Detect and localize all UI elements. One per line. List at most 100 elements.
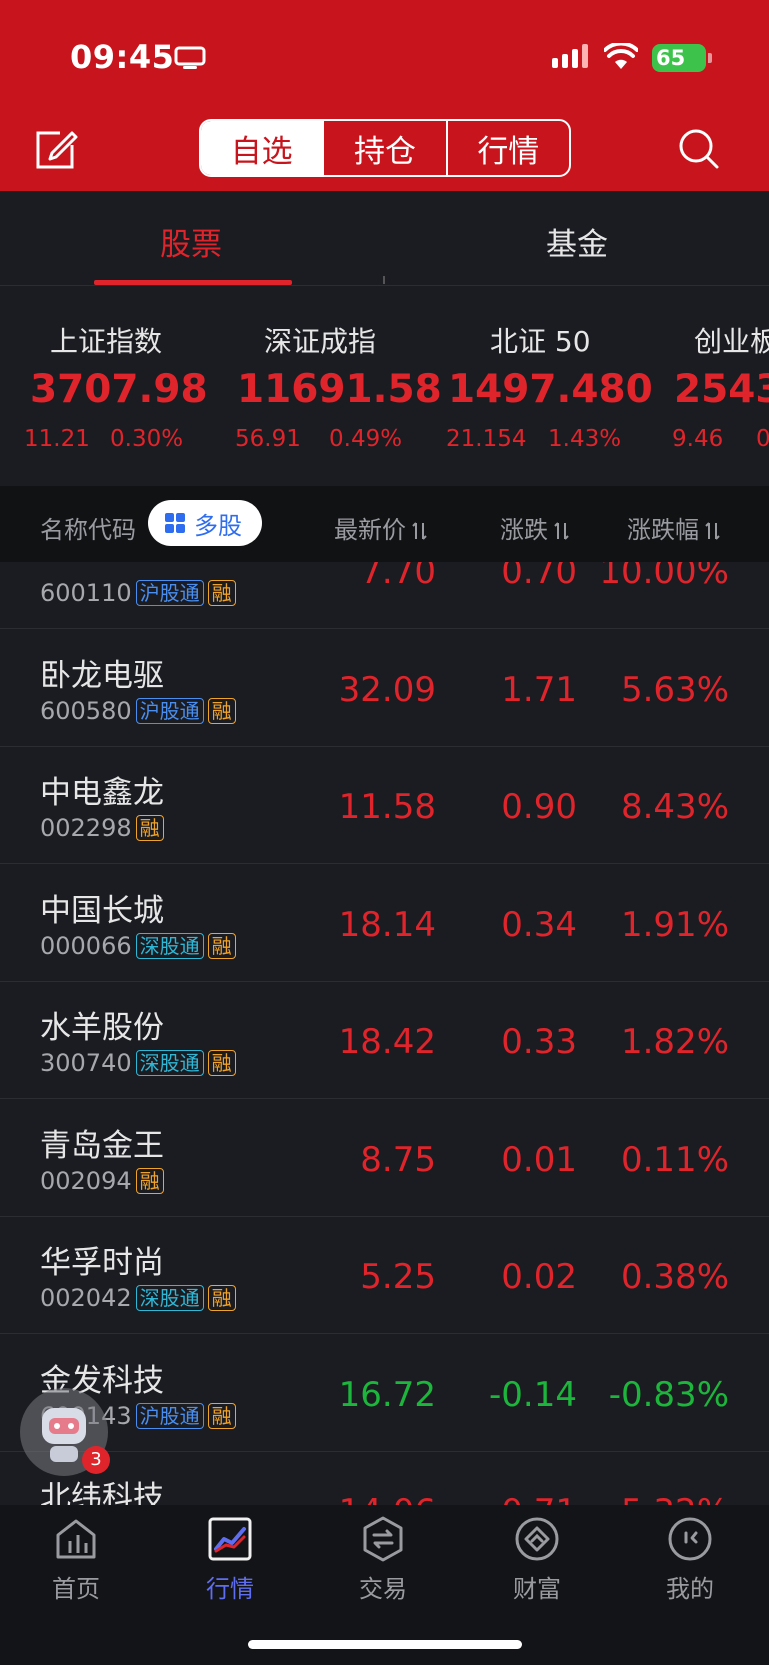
- stock-name: 北纬科技: [40, 1480, 164, 1505]
- asset-tabs: 股票 基金: [0, 191, 769, 286]
- margin-badge: 融: [207, 1285, 236, 1311]
- connect-badge: 深股通: [135, 1050, 204, 1076]
- nav-profile-label: 我的: [666, 1575, 714, 1603]
- grid-icon: [165, 513, 185, 533]
- index-percent: 0: [756, 426, 769, 452]
- app-screen: 09:45 65 自选 持仓 行情 股票 基金 上证指数 3707.98 11.…: [0, 0, 769, 1665]
- stock-price: 8.75: [360, 1139, 436, 1180]
- connect-badge: 沪股通: [135, 580, 204, 606]
- stock-change: 0.90: [501, 787, 577, 827]
- stock-row[interactable]: 金发科技600143沪股通融16.72-0.14-0.83%: [0, 1334, 769, 1452]
- index-change: 56.91: [235, 426, 301, 452]
- index-value: 11691.58: [237, 367, 442, 412]
- stock-row[interactable]: 600110 沪股通融 7.70 0.70 10.00%: [0, 562, 769, 629]
- search-icon[interactable]: [678, 128, 720, 170]
- stock-code-line: 600580 沪股通融: [40, 697, 236, 725]
- stock-change-percent: 0.38%: [620, 1257, 729, 1297]
- stock-code: 002298: [40, 814, 132, 842]
- stock-name: 水羊股份: [40, 1010, 164, 1046]
- stock-change: 1.71: [501, 669, 577, 710]
- stock-name: 中电鑫龙: [40, 775, 164, 811]
- stock-code-line: 600110 沪股通融: [40, 579, 236, 607]
- edit-icon[interactable]: [34, 127, 78, 171]
- stock-price: 16.72: [338, 1374, 436, 1415]
- margin-badge: 融: [207, 697, 236, 724]
- column-change[interactable]: 涨跌: [500, 510, 570, 545]
- connect-badge: 深股通: [135, 1285, 204, 1311]
- trade-icon: [363, 1516, 403, 1562]
- stock-price: 5.25: [360, 1257, 436, 1297]
- stock-code: 000066: [40, 931, 132, 960]
- connect-badge: 沪股通: [135, 1402, 204, 1429]
- stock-code-line: 300740 深股通融: [40, 1049, 236, 1077]
- stock-change-percent: 5.32%: [621, 1492, 729, 1505]
- tab-stocks[interactable]: 股票: [160, 219, 222, 264]
- margin-badge: 融: [135, 1167, 164, 1194]
- stock-row[interactable]: 卧龙电驱 600580 沪股通融 32.09 1.71 5.63%: [0, 629, 769, 747]
- list-column-header: 名称代码 多股 最新价 涨跌 涨跌幅: [0, 486, 769, 562]
- stock-row[interactable]: 青岛金王 002094 融 8.75 0.01 0.11%: [0, 1099, 769, 1217]
- stock-change-percent: 0.11%: [620, 1139, 729, 1180]
- stock-name: 青岛金王: [40, 1127, 164, 1164]
- nav-market[interactable]: 行情: [180, 1515, 280, 1604]
- assistant-notification-badge: 3: [82, 1446, 110, 1474]
- column-price[interactable]: 最新价: [334, 510, 428, 545]
- nav-trade[interactable]: 交易: [333, 1515, 433, 1604]
- index-percent: 1.43%: [548, 426, 622, 452]
- stock-code: 600580: [40, 696, 132, 725]
- stock-change: 0.33: [501, 1022, 577, 1062]
- stock-price: 11.58: [338, 787, 436, 827]
- column-percent-label: 涨跌幅: [627, 516, 699, 544]
- segment-holdings[interactable]: 持仓: [324, 121, 448, 175]
- index-value: 1497.480: [448, 367, 653, 412]
- watchlist-segmented-control: 自选 持仓 行情: [199, 119, 571, 177]
- stock-price: 18.42: [338, 1022, 436, 1062]
- stock-change-percent: 8.43%: [620, 787, 729, 827]
- stock-code: 300740: [40, 1049, 132, 1077]
- cellular-signal-icon: [552, 44, 588, 68]
- stock-code: 600110: [40, 579, 132, 607]
- stock-row[interactable]: 中国长城 000066 深股通融 18.14 0.34 1.91%: [0, 864, 769, 982]
- segment-watchlist[interactable]: 自选: [201, 121, 325, 175]
- column-name-code: 名称代码: [40, 516, 136, 544]
- multi-stock-button[interactable]: 多股: [148, 500, 262, 546]
- stock-code-line: 000066 深股通融: [40, 932, 236, 960]
- stock-row[interactable]: 华孚时尚 002042 深股通融 5.25 0.02 0.38%: [0, 1217, 769, 1334]
- tab-funds[interactable]: 基金: [546, 219, 608, 264]
- stock-row[interactable]: 中电鑫龙 002298 融 11.58 0.90 8.43%: [0, 747, 769, 864]
- index-strip: 上证指数 3707.98 11.21 0.30% 深证成指 11691.58 5…: [0, 287, 769, 486]
- nav-profile[interactable]: 我的: [640, 1515, 740, 1604]
- margin-badge: 融: [207, 1402, 236, 1429]
- column-percent[interactable]: 涨跌幅: [627, 510, 721, 545]
- stock-price: 7.70: [360, 562, 436, 592]
- index-change: 9.46: [672, 426, 724, 452]
- app-header: 09:45 65 自选 持仓 行情: [0, 0, 769, 191]
- connect-badge: 深股通: [135, 932, 204, 959]
- screen-mirror-icon: [174, 46, 206, 69]
- nav-market-label: 行情: [206, 1575, 254, 1603]
- active-tab-indicator: [94, 280, 292, 285]
- connect-badge: 沪股通: [135, 697, 204, 724]
- multi-stock-label: 多股: [194, 511, 242, 540]
- stock-change-percent: -0.83%: [608, 1374, 729, 1415]
- stock-code-line: 002094 融: [40, 1167, 164, 1195]
- market-icon: [208, 1517, 252, 1561]
- nav-wealth[interactable]: 财富: [487, 1515, 587, 1604]
- nav-trade-label: 交易: [359, 1575, 407, 1603]
- stock-code-line: 002298 融: [40, 814, 164, 842]
- nav-home-label: 首页: [52, 1575, 100, 1603]
- stock-name: 华孚时尚: [40, 1245, 164, 1281]
- stock-name: 中国长城: [40, 892, 164, 929]
- tab-divider: [383, 276, 385, 284]
- nav-home[interactable]: 首页: [26, 1515, 126, 1604]
- stock-change: 0.01: [501, 1139, 577, 1180]
- stock-price: 32.09: [338, 669, 436, 710]
- index-name: 深证成指: [264, 325, 377, 358]
- stock-price: 18.14: [338, 904, 436, 945]
- stock-row[interactable]: 水羊股份 300740 深股通融 18.42 0.33 1.82%: [0, 982, 769, 1099]
- home-indicator[interactable]: [248, 1640, 522, 1649]
- stock-code: 002042: [40, 1284, 132, 1312]
- segment-market[interactable]: 行情: [448, 121, 569, 175]
- margin-badge: 融: [207, 1050, 236, 1076]
- stock-row[interactable]: 北纬科技 14.06 0.71 5.32%: [0, 1452, 769, 1505]
